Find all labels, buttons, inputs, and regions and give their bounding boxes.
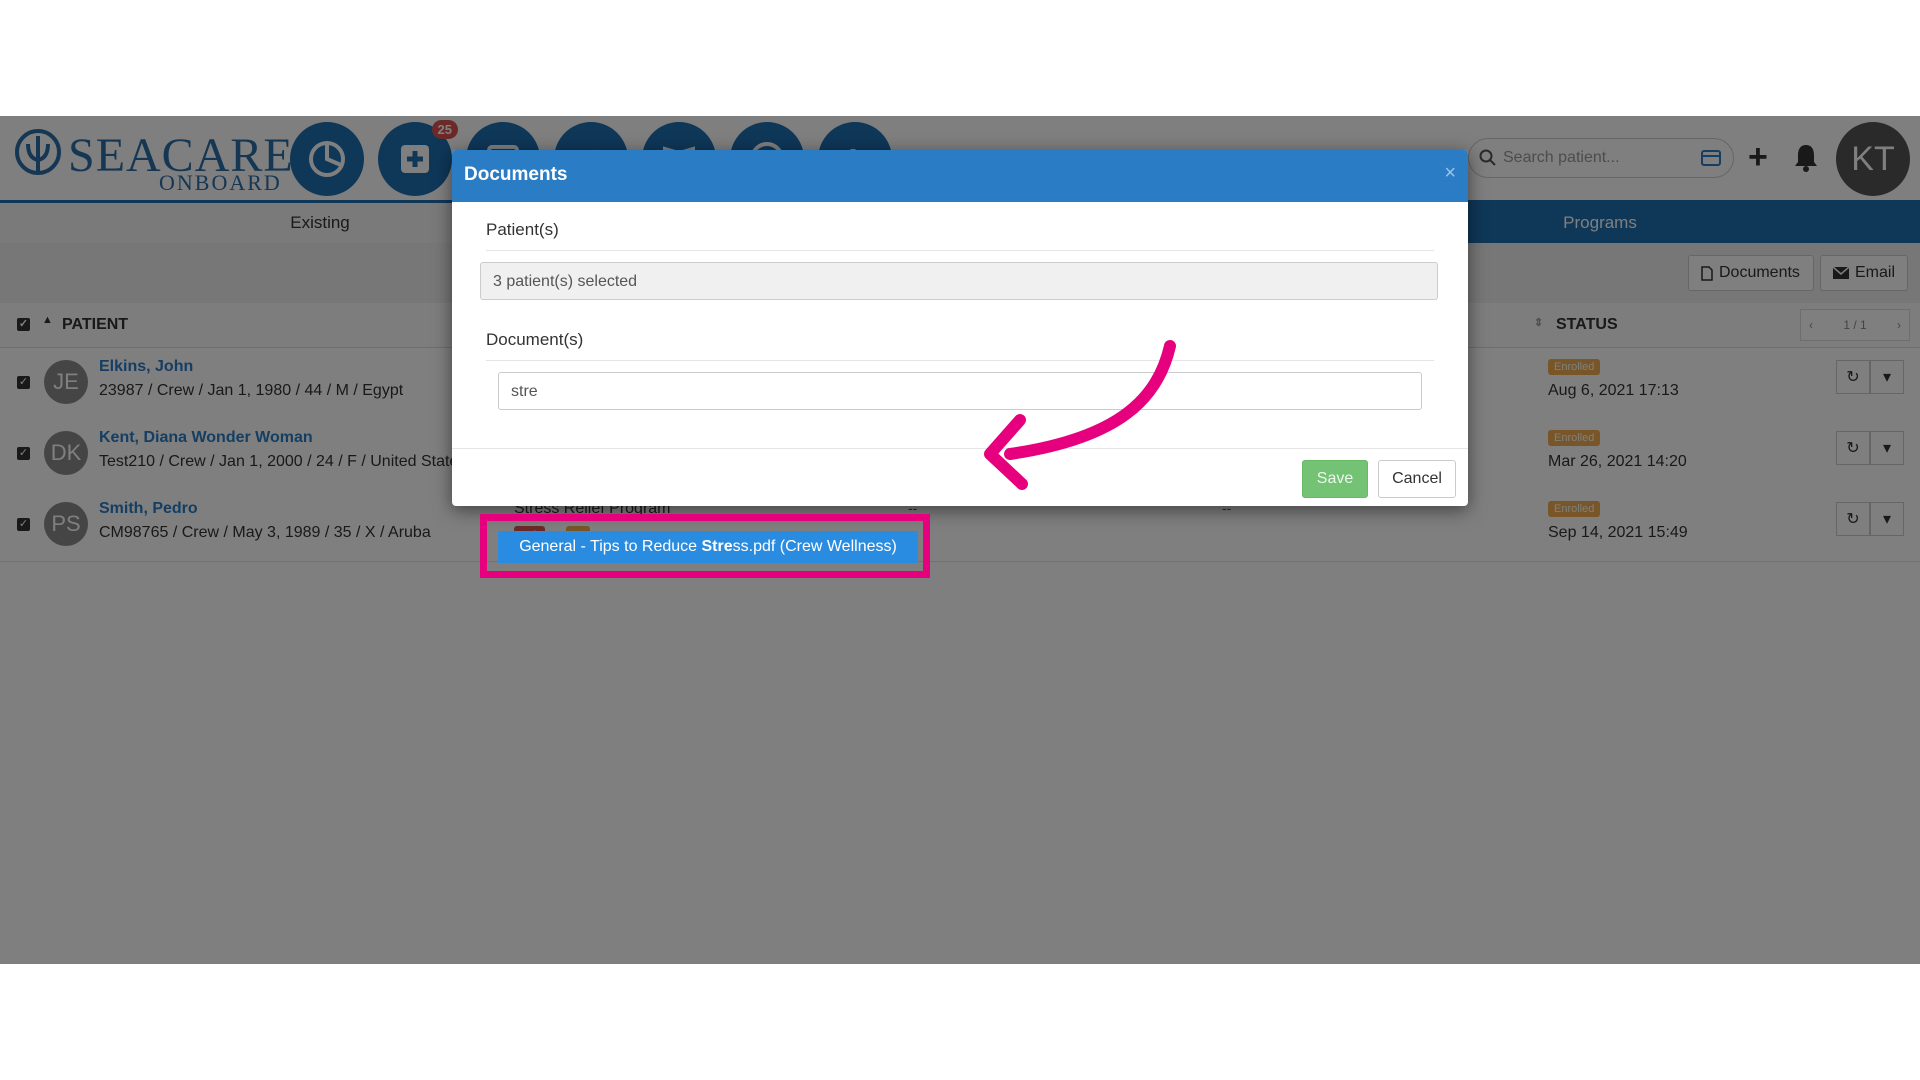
documents-label: Document(s)	[486, 330, 584, 349]
documents-modal: Documents × Patient(s) 3 patient(s) sele…	[452, 150, 1468, 506]
patients-selected-field[interactable]: 3 patient(s) selected	[480, 262, 1438, 300]
modal-footer-divider	[452, 448, 1468, 449]
suggestion-prefix: General - Tips to Reduce	[519, 538, 702, 555]
save-button[interactable]: Save	[1302, 460, 1368, 498]
tutorial-arrow-icon	[984, 340, 1176, 490]
modal-header: Documents ×	[452, 150, 1468, 202]
close-icon[interactable]: ×	[1444, 162, 1456, 185]
document-search-input[interactable]: stre	[498, 372, 1422, 410]
suggestion-match: Stre	[701, 538, 733, 555]
app-window: SEACARE ONBOARD 25	[0, 116, 1920, 964]
divider	[486, 360, 1434, 361]
suggestion-suffix: ss.pdf (Crew Wellness)	[732, 538, 897, 555]
modal-title: Documents	[464, 164, 568, 185]
document-suggestion-item[interactable]: General - Tips to Reduce Stress.pdf (Cre…	[498, 531, 918, 563]
cancel-button[interactable]: Cancel	[1378, 460, 1456, 498]
divider	[486, 250, 1434, 251]
patients-label: Patient(s)	[486, 220, 559, 239]
